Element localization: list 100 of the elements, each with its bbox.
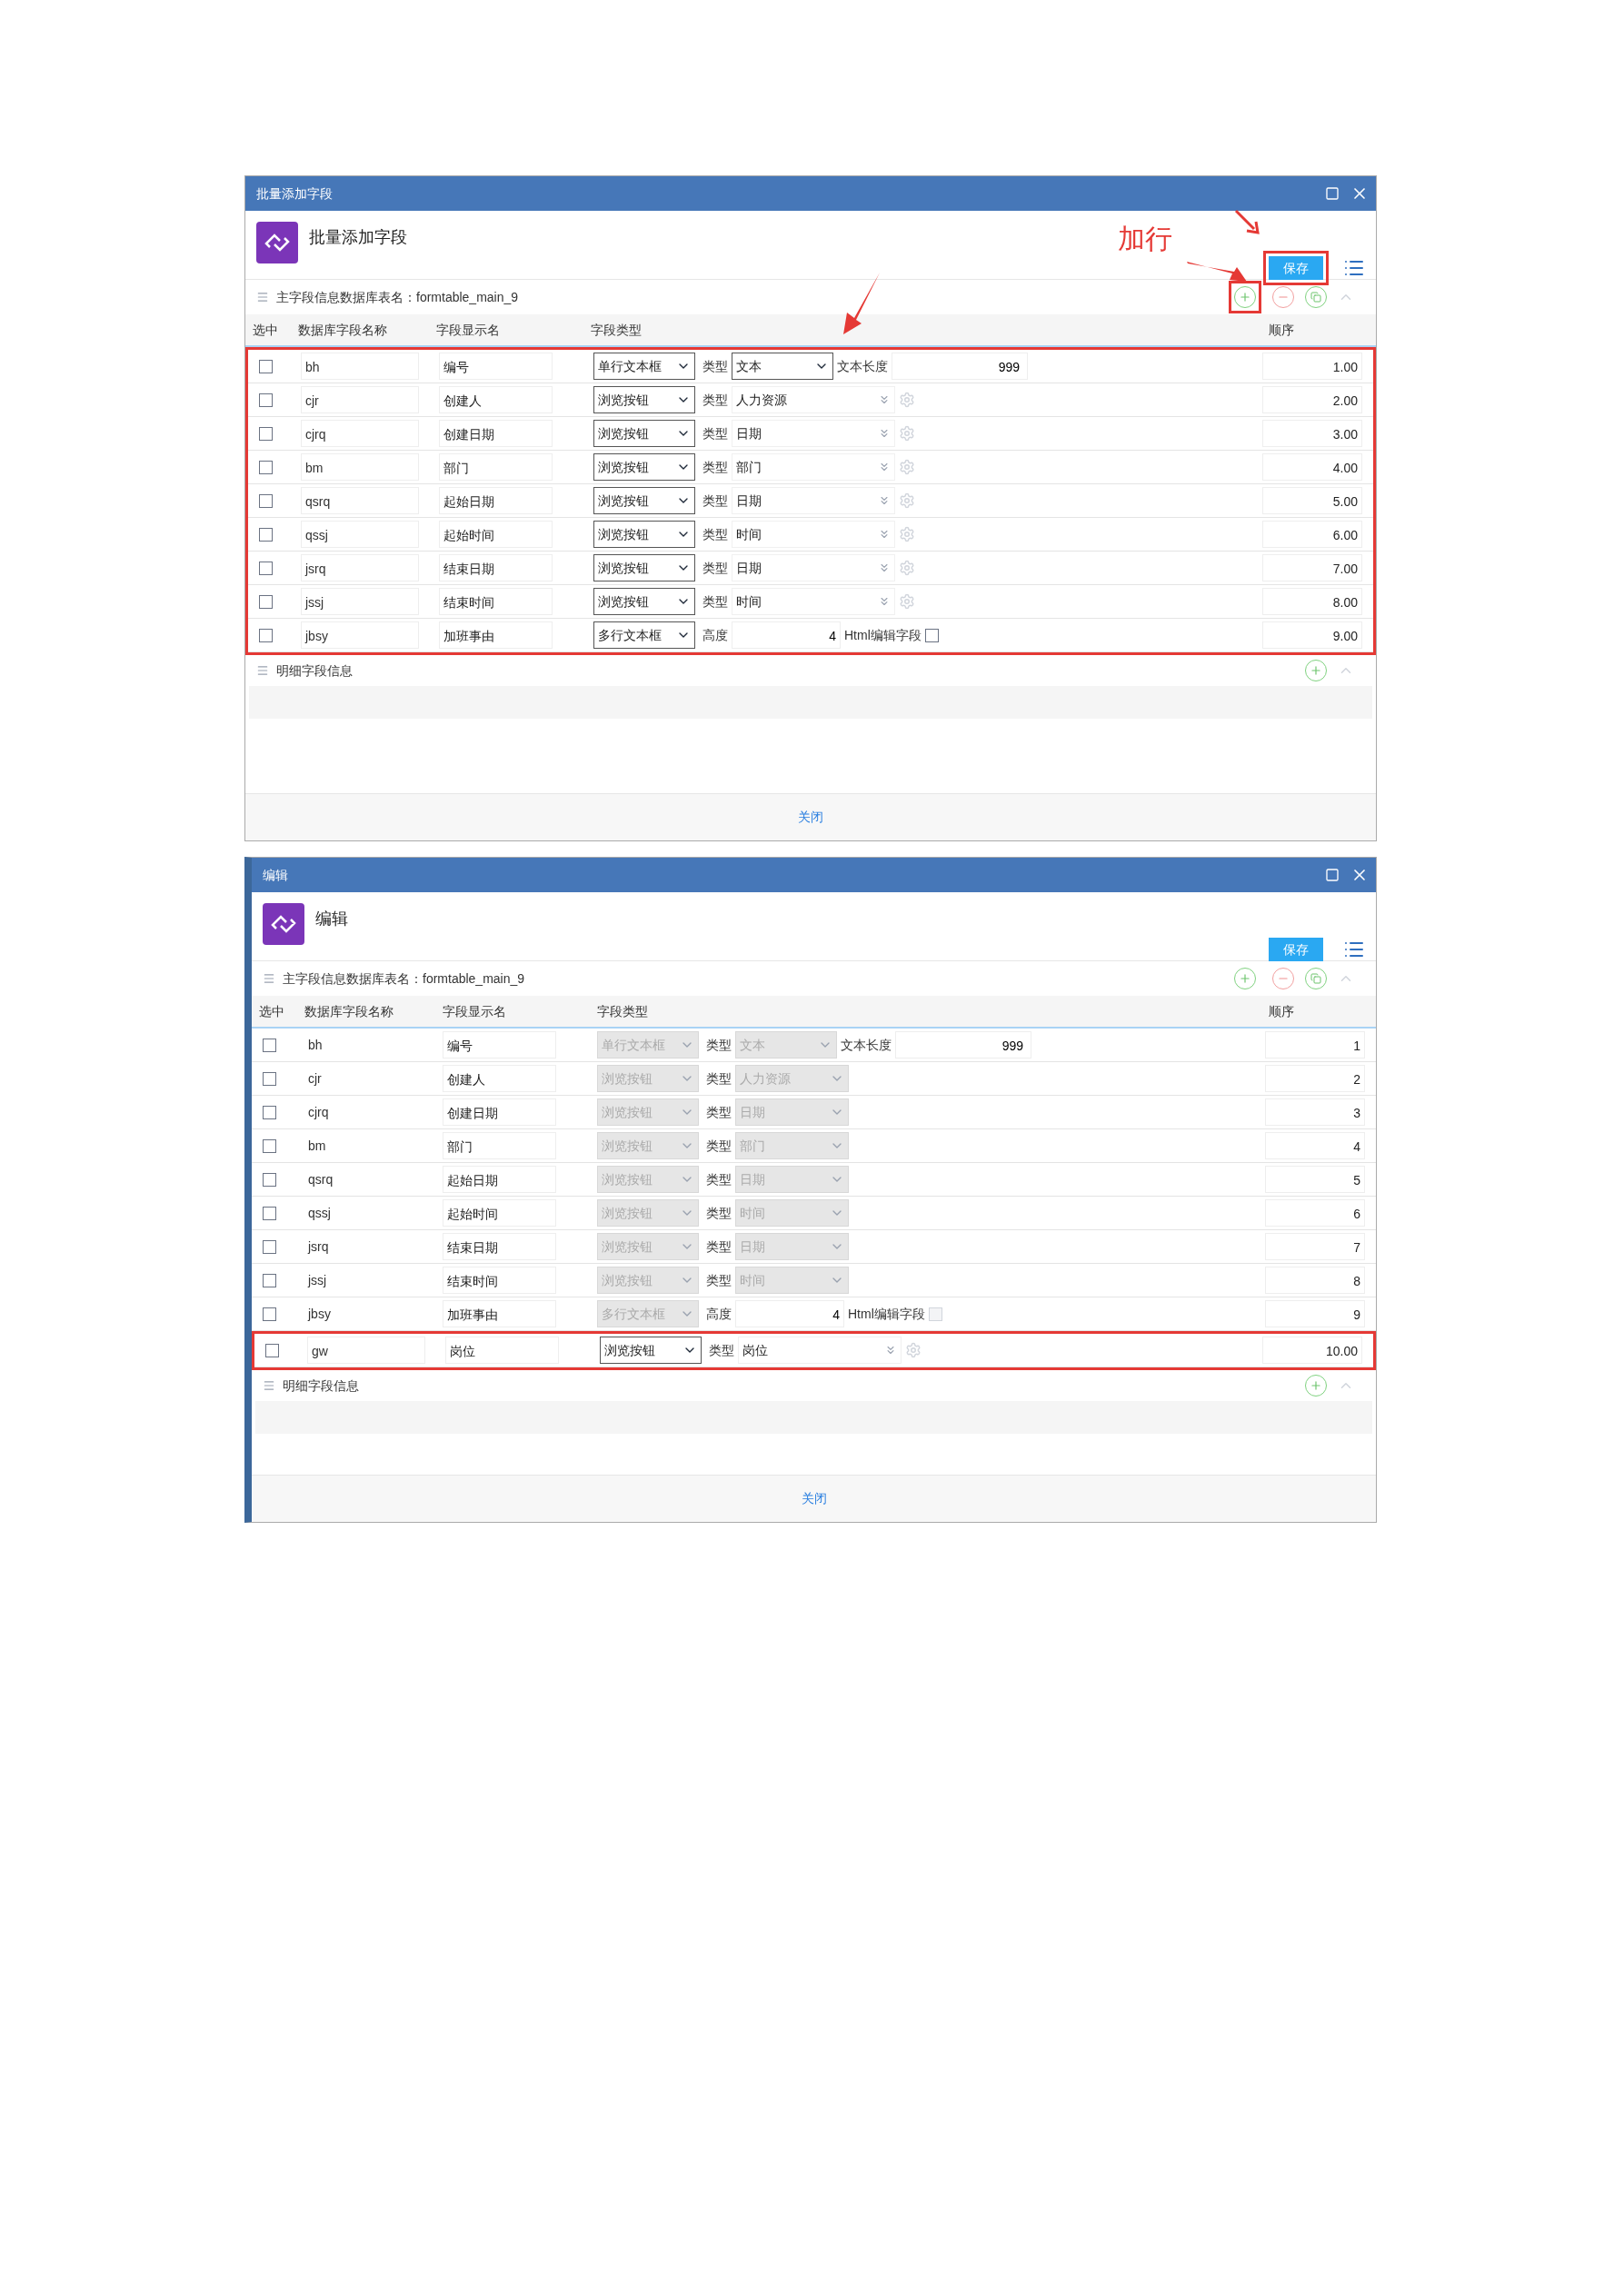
browse-type-field[interactable]: 日期 [732, 487, 895, 514]
close-button[interactable]: 关闭 [798, 808, 823, 827]
section-title: 主字段信息数据库表名：formtable_main_9 [283, 969, 525, 988]
dialog-heading: 编辑 [315, 909, 348, 929]
close-button[interactable]: 关闭 [801, 1489, 827, 1508]
field-name-input[interactable]: jsrq [301, 554, 419, 581]
field-name-input[interactable]: bm [301, 453, 419, 481]
section-handle-icon [256, 291, 269, 303]
field-name: qsrq [307, 1171, 334, 1187]
order-input[interactable]: 5.00 [1262, 487, 1362, 514]
order-input[interactable]: 7.00 [1262, 554, 1362, 581]
dropdown[interactable]: 浏览按钮 [593, 386, 695, 413]
field-name-input[interactable]: qsrq [301, 487, 419, 514]
order-input[interactable]: 9.00 [1262, 621, 1362, 649]
checkbox[interactable] [259, 460, 273, 474]
section-title: 明细字段信息 [276, 661, 353, 680]
display-name-input[interactable]: 创建日期 [439, 420, 553, 447]
section-handle-icon [263, 1379, 275, 1392]
field-name: qssj [307, 1205, 331, 1220]
type-label: 类型 [702, 357, 728, 375]
field-name: cjrq [307, 1104, 329, 1119]
browse-type-field[interactable]: 岗位 [738, 1337, 902, 1364]
browse-type-field[interactable]: 日期 [732, 554, 895, 581]
order-input[interactable]: 6.00 [1262, 521, 1362, 548]
field-name-input[interactable]: qssj [301, 521, 419, 548]
annotation-text: 加行 [1118, 223, 1172, 255]
checkbox[interactable] [259, 493, 273, 508]
checkbox[interactable] [259, 359, 273, 373]
order-input[interactable]: 3.00 [1262, 420, 1362, 447]
field-name: jssj [306, 1272, 327, 1287]
display-name-input[interactable]: 加班事由 [439, 621, 553, 649]
dropdown[interactable]: 浏览按钮 [593, 487, 695, 514]
window-title: 批量添加字段 [256, 184, 333, 203]
field-name-input[interactable]: cjrq [301, 420, 419, 447]
dropdown[interactable]: 浏览按钮 [593, 453, 695, 481]
field-name-input[interactable]: gw [307, 1337, 425, 1364]
browse-type-field[interactable]: 时间 [732, 521, 895, 548]
dropdown[interactable]: 浏览按钮 [593, 420, 695, 447]
display-name-input[interactable]: 创建人 [439, 386, 553, 413]
browse-type-field[interactable]: 人力资源 [732, 386, 895, 413]
display-name-input[interactable]: 起始时间 [439, 521, 553, 548]
browse-type-field[interactable]: 日期 [732, 420, 895, 447]
type-label: 类型 [706, 1036, 732, 1054]
type-label: 类型 [706, 1137, 732, 1155]
column-header: 数据库字段名称 [297, 321, 388, 339]
order-input[interactable]: 2.00 [1262, 386, 1362, 413]
browse-type-field[interactable]: 时间 [732, 588, 895, 615]
height-field[interactable]: 4 [732, 621, 841, 649]
display-name-input[interactable]: 结束时间 [439, 588, 553, 615]
type-label: 类型 [706, 1103, 732, 1121]
order-input[interactable]: 8.00 [1262, 588, 1362, 615]
type-label: 类型 [702, 559, 728, 577]
type-label: 类型 [706, 1069, 732, 1088]
dropdown[interactable]: 浏览按钮 [593, 521, 695, 548]
display-name-input[interactable]: 起始日期 [439, 487, 553, 514]
height-label: 高度 [706, 1305, 732, 1323]
dropdown[interactable]: 浏览按钮 [593, 588, 695, 615]
order-input[interactable]: 4.00 [1262, 453, 1362, 481]
length-field[interactable]: 999 [892, 353, 1028, 380]
app-logo-icon [256, 222, 298, 263]
column-header: 数据库字段名称 [304, 1002, 394, 1020]
type-label: 类型 [702, 492, 728, 510]
maximize-icon[interactable] [1325, 868, 1340, 882]
double-chevron-icon [878, 393, 891, 406]
checkbox[interactable] [259, 594, 273, 609]
order-input[interactable]: 1.00 [1262, 353, 1362, 380]
column-header: 字段显示名 [443, 1002, 507, 1020]
section-handle-icon [256, 664, 269, 677]
browse-type-field[interactable]: 部门 [732, 453, 895, 481]
type-label: 类型 [702, 424, 728, 442]
display-name-input[interactable]: 结束日期 [439, 554, 553, 581]
checkbox[interactable] [924, 628, 939, 642]
maximize-icon[interactable] [1325, 186, 1340, 201]
section-title: 明细字段信息 [283, 1377, 359, 1395]
order-input[interactable]: 10.00 [1262, 1337, 1362, 1364]
display-name-input[interactable]: 岗位 [445, 1337, 559, 1364]
field-name: jsrq [306, 1238, 329, 1254]
checkbox[interactable] [259, 561, 273, 575]
field-name: bm [307, 1138, 326, 1153]
field-name-input[interactable]: cjr [301, 386, 419, 413]
checkbox[interactable] [259, 628, 273, 642]
field-name-input[interactable]: jbsy [301, 621, 419, 649]
display-name-input[interactable]: 编号 [439, 353, 553, 380]
checkbox[interactable] [259, 393, 273, 407]
section-title: 主字段信息数据库表名：formtable_main_9 [276, 288, 519, 306]
display-name-input[interactable]: 部门 [439, 453, 553, 481]
checkbox[interactable] [259, 426, 273, 441]
double-chevron-icon [878, 494, 891, 507]
type-label: 类型 [702, 592, 728, 611]
dropdown[interactable]: 文本 [732, 353, 833, 380]
field-name-input[interactable]: jssj [301, 588, 419, 615]
dropdown[interactable]: 浏览按钮 [600, 1337, 702, 1364]
column-header: 字段类型 [597, 1002, 649, 1020]
field-name-input[interactable]: bh [301, 353, 419, 380]
checkbox[interactable] [259, 527, 273, 542]
checkbox[interactable] [265, 1343, 279, 1357]
dropdown[interactable]: 多行文本框 [593, 621, 695, 649]
dropdown[interactable]: 浏览按钮 [593, 554, 695, 581]
dropdown[interactable]: 单行文本框 [593, 353, 695, 380]
column-header: 字段类型 [591, 321, 643, 339]
